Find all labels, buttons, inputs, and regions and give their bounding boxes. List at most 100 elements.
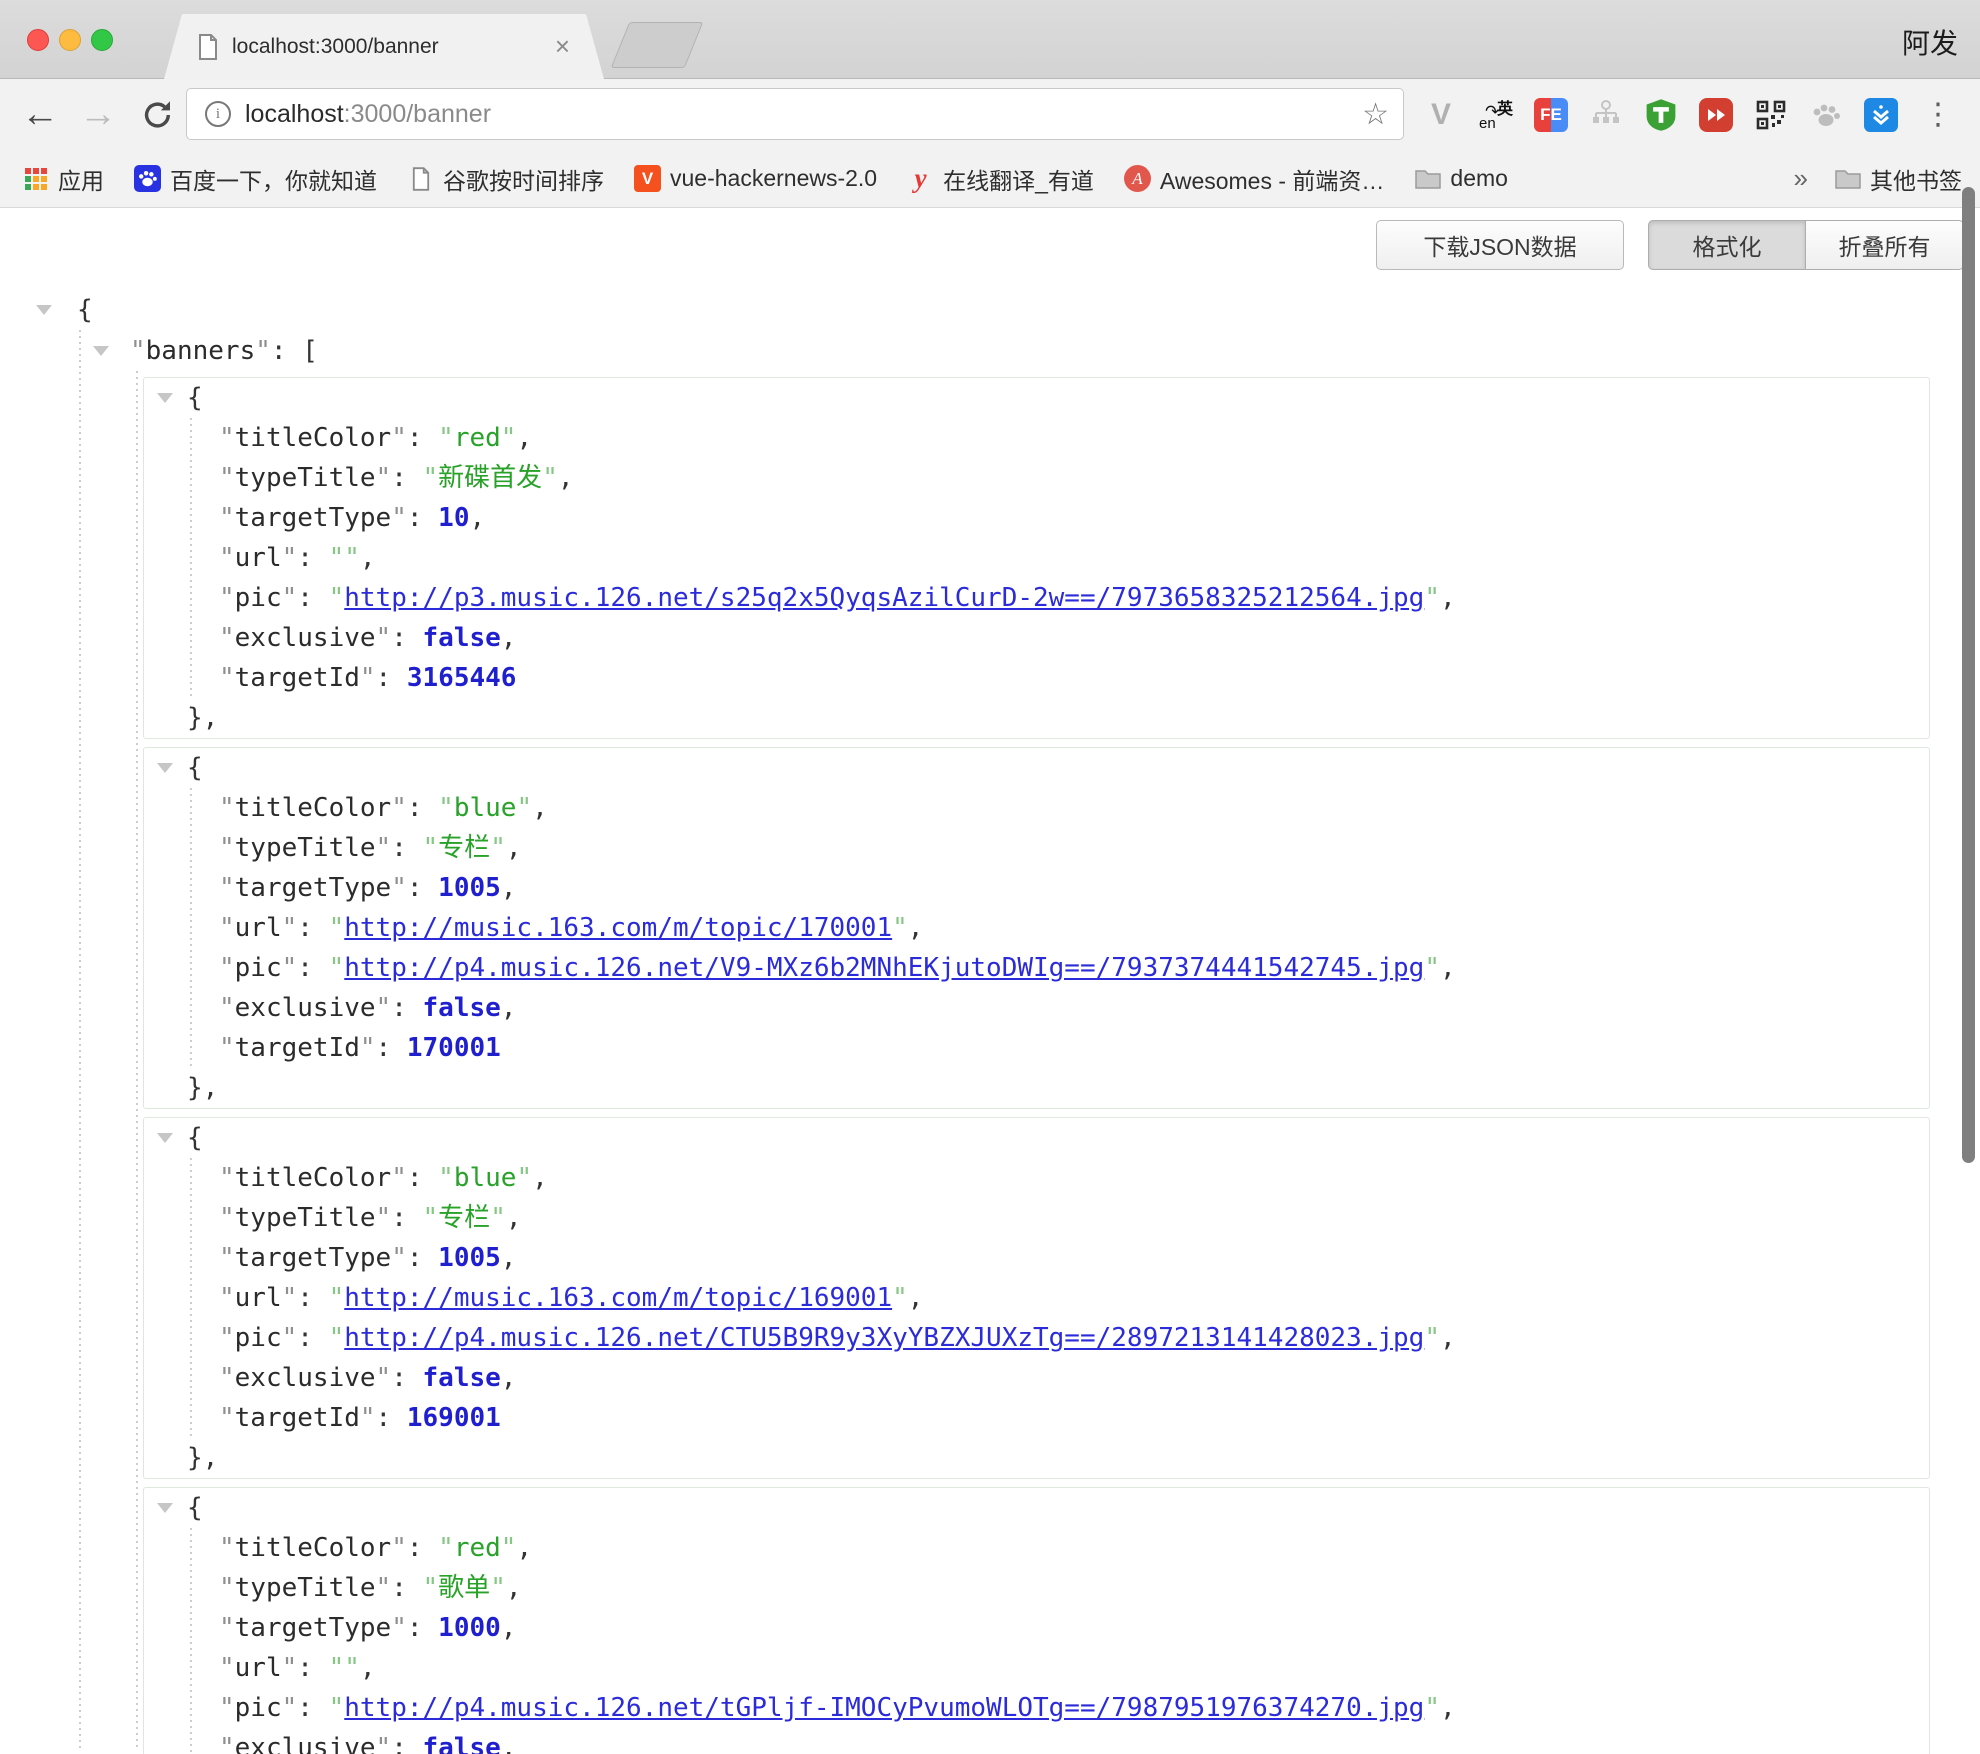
format-button[interactable]: 格式化 [1648,220,1806,270]
paw-icon[interactable] [1809,98,1843,132]
bookmark-youdao[interactable]: y 在线翻译_有道 [907,162,1094,196]
json-row-targetId: "targetId": 170001 [144,1028,1929,1068]
banners-array: {"titleColor": "red","typeTitle": "新碟首发"… [143,377,1930,1754]
bookmark-label: 在线翻译_有道 [943,162,1094,196]
json-row-exclusive: "exclusive": false, [144,988,1929,1028]
json-row-typeTitle: "typeTitle": "新碟首发", [144,458,1929,498]
back-icon[interactable]: ← [14,79,66,150]
window-fullscreen-button[interactable] [91,29,113,51]
object-open: { [144,1118,1929,1158]
bookmark-vue-hackernews[interactable]: V vue-hackernews-2.0 [634,165,877,192]
json-row-typeTitle: "typeTitle": "歌单", [144,1568,1929,1608]
bookmark-label: 应用 [58,162,104,196]
json-row-typeTitle: "typeTitle": "专栏", [144,828,1929,868]
download-json-button[interactable]: 下载JSON数据 [1376,220,1624,270]
awesomes-icon: A [1124,165,1151,192]
sitemap-icon[interactable] [1589,98,1623,132]
json-row-titleColor: "titleColor": "blue", [144,1158,1929,1198]
json-key: banners [146,336,256,366]
new-tab-button[interactable] [611,22,704,68]
translate-icon[interactable]: ↷ 英 en [1479,98,1513,132]
bookmark-apps[interactable]: 应用 [22,162,104,196]
object-open: { [144,1488,1929,1528]
bookmark-label: Awesomes - 前端资… [1160,162,1385,196]
json-row-pic: "pic": "http://p4.music.126.net/CTU5B9R9… [144,1318,1929,1358]
other-bookmarks-folder[interactable]: 其他书签 [1834,162,1962,196]
json-row-targetType: "targetType": 1005, [144,868,1929,908]
browser-tab[interactable]: localhost:3000/banner × [164,14,604,79]
json-row-titleColor: "titleColor": "red", [144,418,1929,458]
json-root-line: { [0,290,1980,331]
json-row-targetType: "targetType": 1005, [144,1238,1929,1278]
tampermonkey-shield-icon[interactable] [1644,98,1678,132]
collapse-toggle-icon[interactable] [93,346,109,356]
bookmark-star-icon[interactable]: ☆ [1362,97,1389,132]
bookmarks-overflow-icon[interactable]: » [1794,163,1808,194]
bookmark-label: demo [1450,165,1508,192]
json-row-targetType: "targetType": 1000, [144,1608,1929,1648]
url-host: localhost [245,100,344,128]
page-content: 下载JSON数据 格式化 折叠所有 { "banners": [ {"title… [0,209,1980,1754]
bookmark-label: 其他书签 [1870,162,1962,196]
browser-menu-icon[interactable]: ⋮ [1919,97,1953,132]
tab-title: localhost:3000/banner [232,35,545,59]
bookmark-label: 谷歌按时间排序 [443,162,604,196]
apps-grid-icon [22,165,49,192]
collapse-toggle-icon[interactable] [157,1503,173,1513]
collapse-all-button[interactable]: 折叠所有 [1806,220,1964,270]
json-row-pic: "pic": "http://p4.music.126.net/V9-MXz6b… [144,948,1929,988]
json-banners-line: "banners": [ [0,331,1980,372]
json-row-titleColor: "titleColor": "red", [144,1528,1929,1568]
bookmark-google-sort[interactable]: 谷歌按时间排序 [407,162,604,196]
json-url-link[interactable]: http://p4.music.126.net/CTU5B9R9y3XyYBZX… [344,1323,1424,1353]
video-speed-icon[interactable] [1699,98,1733,132]
page-info-icon[interactable]: i [205,101,231,127]
json-row-pic: "pic": "http://p4.music.126.net/tGPljf-I… [144,1688,1929,1728]
banner-entry: {"titleColor": "blue","typeTitle": "专栏",… [143,1117,1930,1479]
profile-name[interactable]: 阿发 [1902,22,1958,62]
qr-code-icon[interactable] [1754,98,1788,132]
indent-guide [136,371,138,1750]
forward-icon[interactable]: → [72,79,124,150]
window-titlebar: localhost:3000/banner × 阿发 [0,0,1980,79]
json-row-url: "url": "http://music.163.com/m/topic/170… [144,908,1929,948]
json-row-typeTitle: "typeTitle": "专栏", [144,1198,1929,1238]
collapse-toggle-icon[interactable] [36,305,52,315]
extensions-row: V ↷ 英 en FE ⋮ [1424,79,1953,150]
bookmark-baidu[interactable]: 百度一下，你就知道 [134,162,377,196]
tab-close-icon[interactable]: × [555,31,570,62]
json-url-link[interactable]: http://p4.music.126.net/tGPljf-IMOCyPvum… [344,1693,1424,1723]
window-close-button[interactable] [27,29,49,51]
browser-toolbar: ← → i localhost:3000/banner ☆ V ↷ 英 en F… [0,79,1980,150]
open-brace: { [77,295,93,325]
view-mode-group: 格式化 折叠所有 [1648,220,1964,270]
json-row-targetId: "targetId": 169001 [144,1398,1929,1438]
json-url-link[interactable]: http://music.163.com/m/topic/169001 [344,1283,892,1313]
collapse-toggle-icon[interactable] [157,393,173,403]
scrollbar-thumb[interactable] [1962,187,1975,1163]
object-close: }, [144,1068,1929,1108]
youdao-icon: y [907,165,934,192]
vue-icon: V [634,165,661,192]
collapse-toggle-icon[interactable] [157,1133,173,1143]
fe-extension-icon[interactable]: FE [1534,98,1568,132]
download-helper-icon[interactable] [1864,98,1898,132]
bookmark-awesomes[interactable]: A Awesomes - 前端资… [1124,162,1385,196]
vue-devtools-icon[interactable]: V [1424,98,1458,132]
json-url-link[interactable]: http://music.163.com/m/topic/170001 [344,913,892,943]
window-minimize-button[interactable] [59,29,81,51]
indent-guide [190,418,192,698]
json-row-url: "url": "http://music.163.com/m/topic/169… [144,1278,1929,1318]
json-row-pic: "pic": "http://p3.music.126.net/s25q2x5Q… [144,578,1929,618]
bookmark-folder-demo[interactable]: demo [1414,165,1508,192]
json-url-link[interactable]: http://p4.music.126.net/V9-MXz6b2MNhEKju… [344,953,1424,983]
reload-icon[interactable] [132,79,184,150]
banner-entry: {"titleColor": "red","typeTitle": "新碟首发"… [143,377,1930,739]
address-bar[interactable]: i localhost:3000/banner ☆ [186,88,1404,140]
object-open: { [144,378,1929,418]
indent-guide [190,788,192,1068]
json-url-link[interactable]: http://p3.music.126.net/s25q2x5QyqsAzilC… [344,583,1424,613]
banner-entry: {"titleColor": "red","typeTitle": "歌单","… [143,1487,1930,1754]
collapse-toggle-icon[interactable] [157,763,173,773]
bookmarks-bar: 应用 百度一下，你就知道 谷歌按时间排序 V vue-hackernews-2.… [0,150,1980,208]
